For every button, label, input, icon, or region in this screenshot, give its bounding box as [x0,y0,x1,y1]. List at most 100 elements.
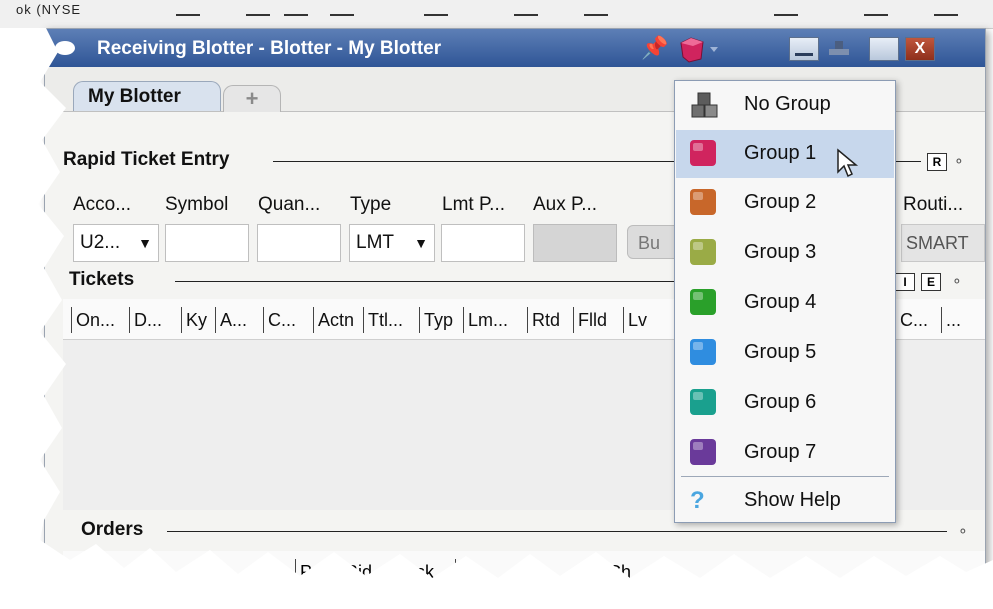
column-header[interactable]: Typ [419,307,453,333]
menu-item-label: Group 1 [744,142,817,164]
background-dash [330,14,354,16]
add-tab-button[interactable]: + [223,85,281,112]
close-button[interactable]: X [905,37,935,61]
group-selector-button[interactable] [677,35,723,63]
aux-price-input [533,224,617,262]
quantity-input[interactable] [257,224,341,262]
column-header[interactable]: P [295,559,312,585]
background-dash [864,14,888,16]
account-select[interactable]: U2... ▼ [73,224,159,262]
column-header[interactable]: D... [129,307,162,333]
column-header[interactable]: Lv [623,307,647,333]
chevron-down-icon [710,47,718,52]
menu-item-label: Group 7 [744,441,817,463]
column-header[interactable]: As... [455,559,496,585]
column-header[interactable]: Rtd [527,307,560,333]
menu-item-label: Group 6 [744,391,817,413]
menu-item-label: Group 4 [744,291,817,313]
account-label: Acco... [73,194,132,215]
menu-item-label: Show Help [744,489,841,511]
column-header[interactable]: Bid [341,559,372,585]
menu-item-group-5[interactable]: Group 5 [676,329,894,377]
tickets-title: Tickets [69,269,135,290]
minimize-button[interactable] [789,37,819,61]
menu-item-label: Group 3 [744,241,817,263]
cube-icon [690,239,716,265]
menu-item-label: Group 2 [744,191,817,213]
limit-price-input[interactable] [441,224,525,262]
column-header[interactable]: Ttl... [363,307,403,333]
column-header[interactable]: Flld [573,307,607,333]
column-header[interactable]: A... [215,307,247,333]
type-select[interactable]: LMT ▼ [349,224,435,262]
background-dash [246,14,270,16]
lock-icon[interactable]: ⚬ [957,523,973,539]
mouse-cursor-icon [837,148,859,178]
stack-icon [691,92,718,118]
orders-title: Orders [81,519,144,540]
background-cut-text: ok (NYSE [16,2,82,17]
routing-label: Routi... [903,194,964,215]
link-icon[interactable] [825,37,853,59]
routing-select[interactable]: SMART [901,224,985,262]
menu-item-show-help[interactable]: ? Show Help [676,477,894,525]
column-header[interactable]: Ask [399,559,434,585]
pin-icon[interactable]: 📌 [641,35,668,61]
menu-item-label: No Group [744,93,831,115]
e-button[interactable]: E [921,273,941,291]
app-icon [55,41,75,55]
cube-icon [690,339,716,365]
column-header[interactable]: ... [941,307,961,333]
column-header[interactable]: C... [895,307,928,333]
chevron-down-icon: ▼ [138,235,152,251]
background-dash [176,14,200,16]
menu-item-group-6[interactable]: Group 6 [676,379,894,427]
cube-icon [690,439,716,465]
chevron-down-icon: ▼ [414,235,428,251]
background-dash [584,14,608,16]
menu-item-group-7[interactable]: Group 7 [676,429,894,477]
limit-price-label: Lmt P... [442,194,506,215]
section-divider [167,531,947,532]
symbol-input[interactable] [165,224,249,262]
rapid-ticket-title: Rapid Ticket Entry [63,149,230,170]
background-dash [934,14,958,16]
lock-icon[interactable]: ⚬ [951,273,967,289]
background-dash [284,14,308,16]
r-button[interactable]: R [927,153,947,171]
symbol-label: Symbol [165,194,229,215]
cube-icon [690,140,716,166]
column-header[interactable]: On... [71,307,115,333]
tab-my-blotter[interactable]: My Blotter [73,81,221,111]
window-title: Receiving Blotter - Blotter - My Blotter [97,38,442,59]
group-cube-icon [680,37,718,63]
menu-item-group-3[interactable]: Group 3 [676,229,894,277]
quantity-label: Quan... [258,194,321,215]
column-header[interactable]: Ky [181,307,207,333]
cube-icon [690,189,716,215]
column-header[interactable]: Actn [313,307,354,333]
help-icon: ? [690,487,705,514]
account-value: U2... [80,232,121,253]
menu-item-label: Group 5 [744,341,817,363]
menu-item-no-group[interactable]: No Group [676,81,894,129]
type-label: Type [350,194,392,215]
menu-item-group-1[interactable]: Group 1 [676,130,894,178]
title-bar[interactable]: Receiving Blotter - Blotter - My Blotter… [45,29,985,67]
menu-item-group-4[interactable]: Group 4 [676,279,894,327]
column-header[interactable]: Lm... [463,307,508,333]
group-dropdown-menu: No Group Group 1 Group 2 Group 3 Group 4… [674,80,896,523]
column-header[interactable]: Ch [603,559,631,585]
type-value: LMT [356,232,394,253]
orders-column-header: P Bid Ask As... Ch [63,551,985,601]
background-dash [514,14,538,16]
background-dash [424,14,448,16]
background-dash [774,14,798,16]
i-button[interactable]: I [895,273,915,291]
lock-icon[interactable]: ⚬ [953,153,969,169]
column-header[interactable]: C... [263,307,296,333]
background-window-strip: ok (NYSE [0,0,993,29]
aux-price-label: Aux P... [533,194,598,215]
menu-item-group-2[interactable]: Group 2 [676,179,894,227]
maximize-button[interactable] [869,37,899,61]
